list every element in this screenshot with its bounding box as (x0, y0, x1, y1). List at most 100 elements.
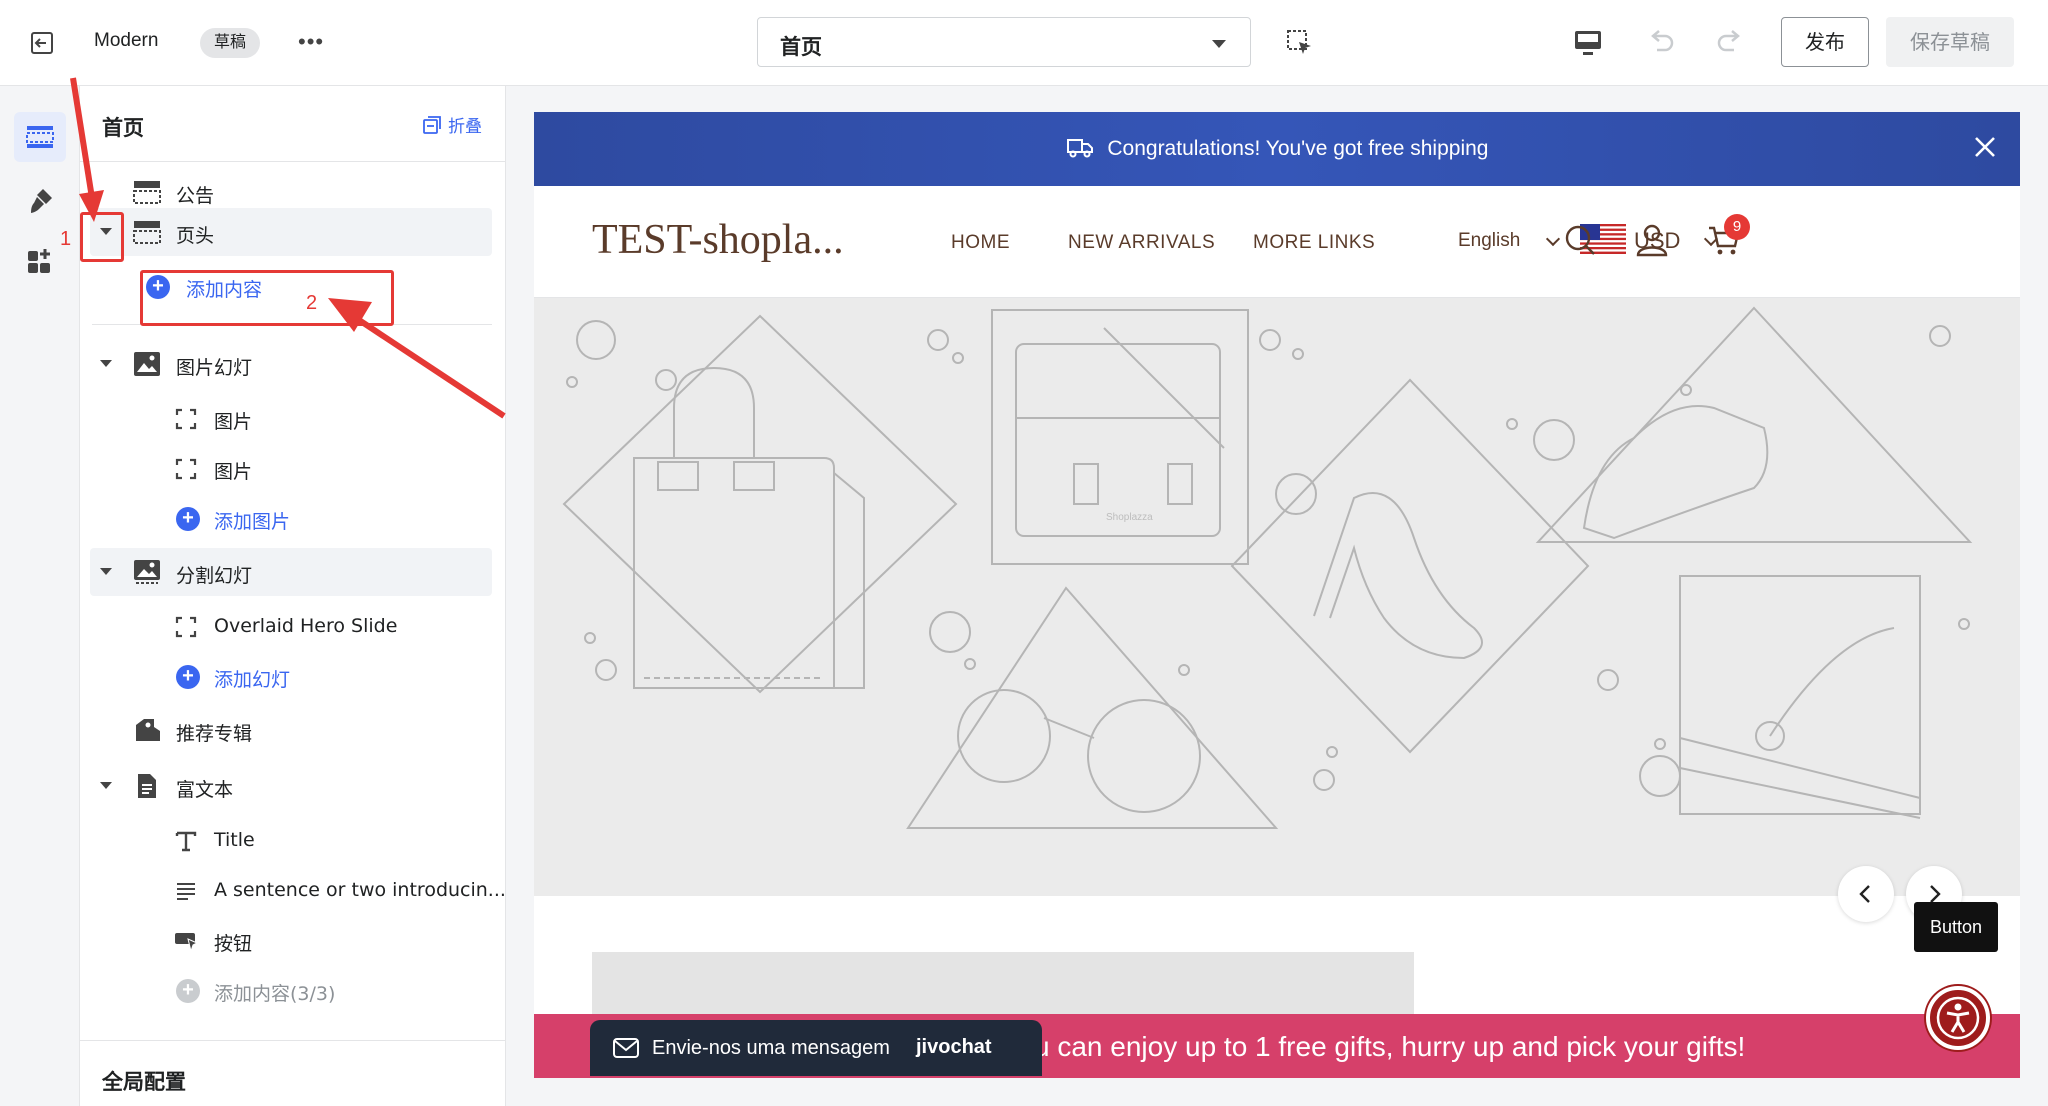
annotation-box-add-content (140, 270, 394, 326)
rail-theme-settings[interactable] (14, 176, 66, 226)
page-selector[interactable]: 首页 (757, 17, 1251, 67)
store-logo[interactable]: TEST-shopla... (592, 216, 844, 264)
annotation-step-1: 1 (60, 228, 72, 250)
sections-icon (26, 126, 54, 148)
section-sidebar: 首页 折叠 公告 页头 + 添加内容 图片幻灯 图片 图片 + 添加图片 分割幻… (80, 86, 506, 1106)
frame-icon (175, 458, 197, 480)
document-icon (138, 774, 156, 798)
chevron-down-icon (1545, 231, 1561, 247)
rail-apps[interactable] (14, 236, 66, 286)
publish-button[interactable]: 发布 (1781, 17, 1869, 67)
image-placeholder (592, 952, 1414, 1022)
tree-item-label: 公告 (176, 185, 215, 207)
cart-count-badge: 9 (1724, 214, 1750, 240)
announcement-bar[interactable]: Congratulations! You've got free shippin… (534, 112, 2020, 186)
frame-icon (175, 616, 197, 638)
sidebar-header: 首页 折叠 (80, 86, 506, 162)
text-heading-icon (175, 831, 197, 852)
section-rich-text[interactable]: 富文本 (90, 762, 492, 810)
announcement-text: Congratulations! You've got free shippin… (1107, 137, 1489, 160)
announcement-section-icon (133, 181, 161, 204)
theme-name: Modern (94, 30, 159, 51)
section-featured-collection[interactable]: 推荐专辑 (90, 706, 492, 754)
mail-icon (613, 1038, 639, 1058)
frame-icon (175, 408, 197, 430)
search-icon[interactable] (1562, 222, 1598, 258)
block-title[interactable]: Title (90, 816, 492, 864)
fold-button[interactable]: 折叠 (422, 112, 482, 137)
caret-down-icon (1212, 40, 1226, 48)
annotation-box-expand (80, 212, 124, 262)
button-tooltip: Button (1914, 902, 1998, 952)
section-header[interactable]: 页头 (90, 208, 492, 256)
hero-watermark: Shoplazza (1106, 512, 1153, 523)
chevron-left-icon (1859, 885, 1870, 903)
slide-prev-button[interactable] (1838, 866, 1894, 922)
nav-more-links[interactable]: MORE LINKS (1253, 232, 1375, 254)
announcement-message: Congratulations! You've got free shippin… (534, 136, 2020, 161)
exit-icon[interactable] (28, 28, 58, 58)
nav-new-arrivals[interactable]: NEW ARRIVALS (1068, 232, 1215, 254)
fold-label: 折叠 (448, 117, 482, 137)
block-hero-slide[interactable]: Overlaid Hero Slide (90, 602, 492, 650)
tree-item-label: 分割幻灯 (176, 565, 253, 587)
tree-item-label: 图片幻灯 (176, 357, 253, 379)
plus-circle-icon: + (176, 507, 200, 531)
divider (80, 1040, 506, 1041)
image-section-icon (134, 560, 160, 584)
section-split-slideshow[interactable]: 分割幻灯 (90, 548, 492, 596)
rail-sections[interactable] (14, 112, 66, 162)
add-slide-label: 添加幻灯 (214, 669, 291, 691)
status-badge: 草稿 (200, 28, 261, 58)
add-image-label: 添加图片 (214, 511, 291, 533)
delivery-truck-icon (1066, 139, 1093, 158)
add-content-rich-text[interactable]: + 添加内容(3/3) (90, 966, 492, 1014)
tree-item-label: Title (214, 829, 255, 851)
apps-icon (28, 249, 50, 273)
tree-item-label: 按钮 (214, 933, 253, 955)
nav-home[interactable]: HOME (951, 232, 1010, 254)
expand-arrow-icon[interactable] (100, 568, 112, 575)
account-icon[interactable] (1634, 222, 1670, 258)
tree-item-label: 富文本 (176, 779, 234, 801)
hero-illustration: Shoplazza (562, 306, 1973, 829)
add-image-button[interactable]: + 添加图片 (90, 494, 492, 542)
paragraph-icon (177, 883, 195, 900)
chat-widget[interactable]: Envie-nos uma mensagem jivochat (590, 1020, 1042, 1076)
block-image[interactable]: 图片 (90, 394, 492, 442)
promo-text: u can enjoy up to 1 free gifts, hurry up… (1034, 1031, 1746, 1062)
close-icon[interactable] (1972, 134, 1998, 160)
hero-slideshow[interactable]: Shoplazza (534, 298, 2020, 896)
expand-arrow-icon[interactable] (100, 782, 112, 789)
expand-arrow-icon[interactable] (100, 360, 112, 367)
undo-icon[interactable] (1645, 26, 1677, 58)
image-section-icon (134, 352, 160, 376)
block-button[interactable]: 按钮 (90, 916, 492, 964)
desktop-icon[interactable] (1572, 28, 1604, 58)
language-selector[interactable]: English (1458, 230, 1520, 252)
section-slideshow[interactable]: 图片幻灯 (90, 340, 492, 388)
global-config[interactable]: 全局配置 (102, 1066, 186, 1096)
top-bar: Modern 草稿 ••• 首页 发布 保存草稿 (0, 0, 2048, 86)
paint-brush-icon (31, 189, 52, 213)
annotation-step-2: 2 (306, 292, 318, 314)
store-header: TEST-shopla... HOME NEW ARRIVALS MORE LI… (534, 186, 2020, 298)
header-section-icon (133, 221, 161, 244)
save-draft-button[interactable]: 保存草稿 (1886, 17, 2014, 67)
tree-item-label: 推荐专辑 (176, 723, 253, 745)
add-slide-button[interactable]: + 添加幻灯 (90, 652, 492, 700)
block-image[interactable]: 图片 (90, 444, 492, 492)
tree-item-label: A sentence or two introducin... (214, 879, 506, 901)
button-block-icon (175, 933, 198, 953)
block-text[interactable]: A sentence or two introducin... (90, 866, 506, 914)
select-element-icon[interactable] (1285, 28, 1315, 58)
accessibility-icon (1936, 996, 1980, 1040)
chat-brand: jivochat (916, 1036, 992, 1058)
more-menu-icon[interactable]: ••• (298, 30, 324, 54)
sidebar-title: 首页 (102, 116, 144, 140)
tree-item-label: Overlaid Hero Slide (214, 615, 398, 637)
redo-icon[interactable] (1714, 26, 1746, 58)
accessibility-button[interactable] (1926, 986, 1990, 1050)
add-content-disabled-label: 添加内容(3/3) (214, 983, 336, 1005)
collapse-icon (423, 115, 441, 134)
